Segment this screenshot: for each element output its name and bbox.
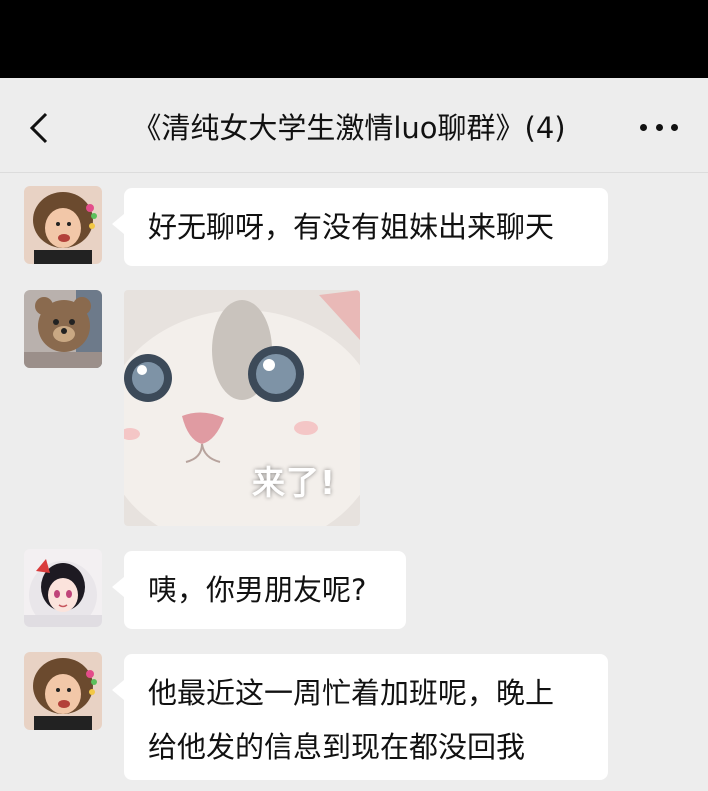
dot-icon [640,123,647,131]
message-text: 咦，你男朋友呢? [148,573,367,607]
curly-toddler-avatar[interactable] [24,652,102,730]
message-bubble[interactable]: 他最近这一周忙着加班呢，晚上 给他发的信息到现在都没回我 [112,654,608,780]
kitten-sticker[interactable]: 来了! [124,290,360,526]
back-button[interactable] [22,108,54,148]
chevron-left-icon [29,112,48,144]
status-bar [0,0,708,78]
sticker-caption: 来了! [252,463,337,502]
teddy-bear-avatar[interactable] [24,290,102,368]
chat-header: 《清纯女大学生激情luo聊群》(4) [0,78,708,173]
message-bubble[interactable]: 咦，你男朋友呢? [112,551,406,629]
dot-icon [655,123,663,131]
chat-title: 《清纯女大学生激情luo聊群》(4) [132,111,566,145]
message-bubble[interactable]: 好无聊呀，有没有姐妹出来聊天 [112,188,608,266]
anime-girl-avatar[interactable] [24,549,102,627]
curly-toddler-avatar[interactable] [24,186,102,264]
message-text: 好无聊呀，有没有姐妹出来聊天 [148,210,555,244]
message-text-line: 给他发的信息到现在都没回我 [148,730,526,764]
more-options-button[interactable] [640,112,678,142]
message-text-line: 他最近这一周忙着加班呢，晚上 [148,676,555,710]
dot-icon [671,123,678,131]
